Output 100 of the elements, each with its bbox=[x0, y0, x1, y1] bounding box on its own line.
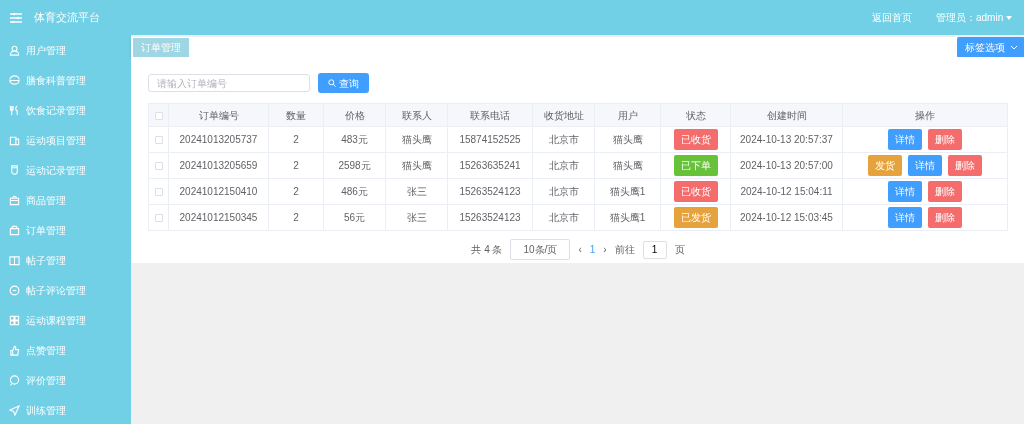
table-cell: 486元 bbox=[341, 186, 368, 197]
table-cell: 张三 bbox=[406, 186, 427, 197]
status-tag: 已收货 bbox=[673, 181, 718, 202]
action-button[interactable]: 详情 bbox=[888, 207, 922, 228]
bowl-icon bbox=[9, 74, 20, 86]
table-cell: 猫头鹰 bbox=[401, 134, 432, 145]
paper-plane-icon bbox=[9, 404, 20, 416]
row-checkbox[interactable] bbox=[154, 188, 163, 197]
table-cell: 北京市 bbox=[548, 186, 579, 197]
sidebar-item[interactable]: 饮食记录管理 bbox=[0, 95, 131, 125]
table-cell: 15874152525 bbox=[459, 134, 521, 145]
sidebar-item[interactable]: 运动记录管理 bbox=[0, 155, 131, 185]
chevron-down-icon bbox=[1011, 45, 1017, 50]
thumbs-up-icon bbox=[9, 344, 20, 356]
table-cell: 2 bbox=[293, 134, 299, 145]
column-header: 收货地址 bbox=[543, 109, 584, 121]
action-button[interactable]: 详情 bbox=[908, 155, 942, 176]
status-tag: 已下单 bbox=[673, 155, 718, 176]
table-cell: 2 bbox=[293, 186, 299, 197]
sidebar-item[interactable]: 订单管理 bbox=[0, 215, 131, 245]
admin-menu-link[interactable]: 管理员：admin bbox=[935, 10, 1012, 25]
select-all-checkbox[interactable] bbox=[154, 111, 163, 120]
row-checkbox[interactable] bbox=[154, 214, 163, 223]
speech-bubble-icon bbox=[9, 374, 20, 386]
fork-spoon-icon bbox=[9, 104, 20, 116]
action-button[interactable]: 删除 bbox=[928, 181, 962, 202]
table-cell: 2024-10-12 15:04:11 bbox=[740, 186, 833, 197]
sidebar-item[interactable]: 帖子评论管理 bbox=[0, 275, 131, 305]
sidebar-item[interactable]: 帖子管理 bbox=[0, 245, 131, 275]
table-cell: 猫头鹰 bbox=[612, 134, 643, 145]
sidebar-item[interactable]: 用户管理 bbox=[0, 35, 131, 65]
table-cell: 20241012150345 bbox=[179, 212, 258, 223]
table-cell: 15263524123 bbox=[459, 186, 521, 197]
table-cell: 猫头鹰1 bbox=[609, 186, 646, 197]
status-tag: 已发货 bbox=[673, 207, 718, 228]
column-header: 数量 bbox=[286, 109, 306, 121]
app-title: 体育交流平台 bbox=[34, 10, 100, 26]
tab-options-button[interactable]: 标签选项 bbox=[957, 36, 1024, 58]
box-icon bbox=[9, 224, 20, 236]
status-tag: 已收货 bbox=[673, 129, 718, 150]
table-cell: 15263524123 bbox=[459, 212, 521, 223]
table-cell: 56元 bbox=[343, 212, 366, 223]
table-cell: 20241013205737 bbox=[179, 134, 258, 145]
page-number[interactable]: 1 bbox=[589, 242, 596, 257]
prev-page-button[interactable]: ‹ bbox=[578, 242, 582, 257]
sidebar-item[interactable]: 运动项目管理 bbox=[0, 125, 131, 155]
menu-icon[interactable] bbox=[10, 12, 22, 23]
sidebar-item[interactable]: 运动课程管理 bbox=[0, 305, 131, 335]
column-header: 联系电话 bbox=[470, 109, 510, 121]
table-cell: 猫头鹰1 bbox=[609, 212, 646, 223]
table-cell: 2024-10-12 15:03:45 bbox=[740, 212, 833, 223]
column-header: 价格 bbox=[344, 109, 365, 121]
header-link[interactable]: 返回首页 bbox=[871, 10, 912, 25]
search-icon bbox=[328, 79, 336, 87]
sidebar-item[interactable]: 膳食科普管理 bbox=[0, 65, 131, 95]
sidebar-item[interactable]: 点赞管理 bbox=[0, 335, 131, 365]
table-cell: 2 bbox=[293, 212, 299, 223]
table-cell: 2024-10-13 20:57:37 bbox=[740, 134, 833, 145]
action-button[interactable]: 详情 bbox=[888, 129, 922, 150]
action-button[interactable]: 删除 bbox=[928, 207, 962, 228]
column-header: 创建时间 bbox=[766, 109, 807, 121]
sidebar-item[interactable]: 评价管理 bbox=[0, 365, 131, 395]
table-cell: 20241013205659 bbox=[179, 160, 258, 171]
page-suffix: 页 bbox=[674, 243, 685, 257]
column-header: 订单编号 bbox=[198, 109, 239, 121]
total-count: 共 4 条 bbox=[471, 243, 503, 257]
table-cell: 北京市 bbox=[548, 134, 579, 145]
column-header: 联系人 bbox=[401, 109, 432, 121]
action-button[interactable]: 详情 bbox=[888, 181, 922, 202]
cup-icon bbox=[9, 164, 20, 176]
action-button[interactable]: 删除 bbox=[948, 155, 982, 176]
action-button[interactable]: 删除 bbox=[928, 129, 962, 150]
table-cell: 张三 bbox=[406, 212, 427, 223]
table-cell: 北京市 bbox=[548, 212, 579, 223]
sidebar-item[interactable]: 训练管理 bbox=[0, 395, 131, 424]
page-size-select[interactable]: 10条/页 bbox=[510, 239, 571, 260]
table-cell: 20241012150410 bbox=[179, 186, 258, 197]
user-icon bbox=[9, 44, 20, 56]
book-icon bbox=[9, 254, 20, 266]
goto-label: 前往 bbox=[614, 243, 635, 257]
next-page-button[interactable]: › bbox=[603, 242, 607, 257]
order-number-search-field[interactable]: 请输入订单编号 bbox=[148, 74, 310, 92]
table-cell: 北京市 bbox=[548, 160, 579, 171]
grid-icon bbox=[9, 314, 20, 326]
table-cell: 483元 bbox=[341, 134, 368, 145]
row-checkbox[interactable] bbox=[154, 162, 163, 171]
action-button[interactable]: 发货 bbox=[868, 155, 902, 176]
column-header: 状态 bbox=[685, 109, 706, 121]
bag-icon bbox=[9, 194, 20, 206]
row-checkbox[interactable] bbox=[154, 136, 163, 145]
document-icon bbox=[9, 134, 20, 146]
column-header: 用户 bbox=[617, 109, 638, 121]
tab[interactable]: 订单管理 bbox=[133, 37, 189, 57]
table-cell: 15263635241 bbox=[459, 160, 521, 171]
table-cell: 猫头鹰 bbox=[401, 160, 432, 171]
search-button[interactable]: 查询 bbox=[318, 73, 369, 93]
table-cell: 猫头鹰 bbox=[612, 160, 643, 171]
sidebar-item[interactable]: 商品管理 bbox=[0, 185, 131, 215]
goto-page-field[interactable]: 1 bbox=[642, 240, 667, 259]
table-cell: 2 bbox=[293, 160, 299, 171]
